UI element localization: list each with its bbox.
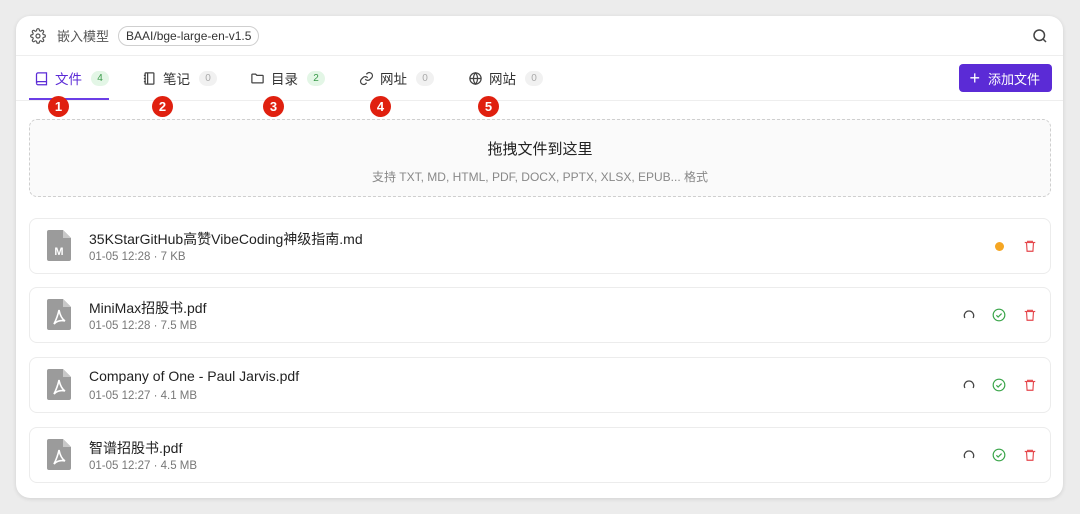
file-name: 智谱招股书.pdf — [89, 440, 183, 456]
embedding-model-label: 嵌入模型 — [57, 29, 110, 44]
add-file-label: 添加文件 — [987, 71, 1040, 87]
annotation-badge-1: 1 — [48, 96, 69, 117]
tab-files[interactable]: 文件 4 — [34, 68, 109, 88]
file-meta: 01-05 12:27 · 4.1 MB — [89, 390, 198, 402]
tab-label: 网站 — [489, 72, 516, 87]
tab-label: 网址 — [380, 72, 407, 87]
check-circle-icon — [992, 378, 1006, 392]
tab-label: 文件 — [55, 72, 82, 87]
active-tab-indicator — [29, 98, 109, 100]
file-meta: 01-05 12:28 · 7 KB — [89, 251, 186, 263]
tab-count: 2 — [307, 70, 325, 86]
tab-bar: 文件 4 笔记 0 目录 2 网址 0 网站 0 — [16, 56, 1063, 101]
reprocess-icon[interactable] — [962, 448, 976, 462]
tab-count: 0 — [416, 70, 434, 86]
globe-icon — [468, 71, 483, 86]
check-circle-icon — [992, 448, 1006, 462]
file-name: Company of One - Paul Jarvis.pdf — [89, 368, 300, 384]
link-icon — [359, 71, 374, 86]
check-circle-icon — [992, 308, 1006, 322]
annotation-badge-3: 3 — [263, 96, 284, 117]
pdf-file-icon — [47, 299, 71, 330]
tab-notes[interactable]: 笔记 0 — [142, 68, 217, 88]
knowledge-base-window: 嵌入模型 BAAI/bge-large-en-v1.5 文件 4 笔记 0 目录 — [16, 16, 1063, 498]
file-row[interactable]: 智谱招股书.pdf 01-05 12:27 · 4.5 MB — [29, 427, 1051, 483]
annotation-badge-4: 4 — [370, 96, 391, 117]
delete-icon[interactable] — [1023, 378, 1037, 392]
annotation-badge-5: 5 — [478, 96, 499, 117]
pdf-file-icon — [47, 369, 71, 400]
delete-icon[interactable] — [1023, 448, 1037, 462]
file-meta: 01-05 12:28 · 7.5 MB — [89, 320, 198, 332]
reprocess-icon[interactable] — [962, 378, 976, 392]
tab-label: 目录 — [271, 72, 298, 87]
folder-icon — [250, 71, 265, 86]
tab-count: 4 — [91, 70, 109, 86]
reprocess-icon[interactable] — [962, 308, 976, 322]
file-row[interactable]: MiniMax招股书.pdf 01-05 12:28 · 7.5 MB — [29, 287, 1051, 343]
file-meta: 01-05 12:27 · 4.5 MB — [89, 460, 198, 472]
file-name: MiniMax招股书.pdf — [89, 300, 207, 316]
dropzone-title: 拖拽文件到这里 — [487, 141, 593, 158]
tab-label: 笔记 — [163, 72, 190, 87]
delete-icon[interactable] — [1023, 308, 1037, 322]
file-dropzone[interactable]: 拖拽文件到这里 支持 TXT, MD, HTML, PDF, DOCX, PPT… — [29, 119, 1051, 197]
tab-urls[interactable]: 网址 0 — [359, 68, 434, 88]
plus-icon: + — [969, 68, 980, 88]
file-row[interactable]: M 35KStarGitHub高赞VibeCoding神级指南.md 01-05… — [29, 218, 1051, 274]
dropzone-subtitle: 支持 TXT, MD, HTML, PDF, DOCX, PPTX, XLSX,… — [371, 170, 709, 184]
gear-icon[interactable] — [30, 27, 46, 44]
book-icon — [34, 71, 49, 86]
search-icon[interactable] — [1031, 27, 1049, 45]
processing-status-dot — [995, 242, 1004, 251]
delete-icon[interactable] — [1023, 239, 1037, 253]
markdown-file-icon: M — [47, 230, 71, 261]
tab-directories[interactable]: 目录 2 — [250, 68, 325, 88]
top-bar: 嵌入模型 BAAI/bge-large-en-v1.5 — [16, 16, 1063, 56]
tab-count: 0 — [525, 70, 543, 86]
tab-count: 0 — [199, 70, 217, 86]
pdf-file-icon — [47, 439, 71, 470]
model-chip[interactable]: BAAI/bge-large-en-v1.5 — [118, 25, 260, 46]
svg-text:M: M — [54, 246, 63, 258]
notebook-icon — [142, 71, 157, 86]
file-name: 35KStarGitHub高赞VibeCoding神级指南.md — [89, 231, 363, 247]
annotation-badge-2: 2 — [152, 96, 173, 117]
tab-websites[interactable]: 网站 0 — [468, 68, 543, 88]
add-file-button[interactable]: + 添加文件 — [959, 64, 1052, 92]
file-row[interactable]: Company of One - Paul Jarvis.pdf 01-05 1… — [29, 357, 1051, 413]
